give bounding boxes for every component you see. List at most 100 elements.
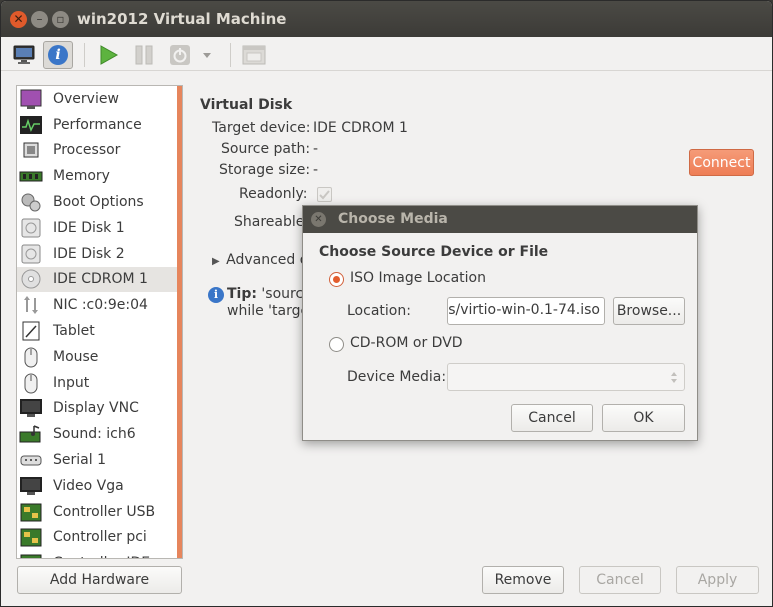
video-icon — [19, 475, 43, 497]
sidebar-item-label: Tablet — [53, 323, 95, 340]
disk-icon — [19, 217, 43, 239]
hardware-list: Overview Performance Processor Memory Boot O… — [16, 85, 183, 559]
expander-arrow-icon: ▶ — [212, 256, 220, 267]
tablet-icon — [19, 320, 43, 342]
advanced-label: Advanced o — [226, 252, 309, 268]
sidebar-item-label: Processor — [53, 142, 121, 159]
sound-icon — [19, 423, 43, 445]
cdrom-label: CD-ROM or DVD — [350, 335, 463, 351]
sidebar-item[interactable]: IDE CDROM 1 — [17, 266, 182, 293]
iso-label: ISO Image Location — [350, 270, 486, 286]
performance-icon — [19, 114, 43, 136]
sidebar-item-label: IDE Disk 1 — [53, 219, 125, 236]
readonly-checkbox[interactable] — [317, 187, 332, 202]
storage-size-label: Storage size: — [219, 162, 311, 178]
device-media-label: Device Media: — [347, 369, 447, 385]
mouse-icon — [19, 346, 43, 368]
sidebar-item[interactable]: Controller USB — [17, 499, 182, 525]
choose-media-dialog: ✕ Choose Media Choose Source Device or F… — [302, 205, 698, 441]
vm-window: ✕ – ▫ win2012 Virtual Machine i Overview… — [0, 0, 773, 607]
processor-icon — [19, 139, 43, 161]
sidebar-item[interactable]: Controller pci — [17, 525, 182, 551]
dialog-title: Choose Media — [338, 211, 448, 227]
cdrom-radio[interactable] — [329, 337, 344, 352]
title-bar: ✕ – ▫ win2012 Virtual Machine — [1, 1, 772, 37]
controller-icon — [19, 526, 43, 548]
sidebar-item[interactable]: Boot Options — [17, 189, 182, 215]
advanced-expander[interactable]: ▶ Advanced o — [212, 252, 308, 268]
power-icon — [170, 45, 190, 65]
shutdown-button[interactable] — [165, 41, 195, 69]
run-button[interactable] — [93, 41, 123, 69]
controller-icon — [19, 552, 43, 558]
pause-icon — [135, 45, 153, 65]
remove-button[interactable]: Remove — [482, 566, 564, 594]
sidebar-item-label: NIC :c0:9e:04 — [53, 297, 148, 314]
details-button[interactable]: i — [43, 41, 73, 69]
tip-line-1: Tip: 'source — [227, 286, 312, 302]
console-button[interactable] — [9, 41, 39, 69]
sidebar-item[interactable]: Serial 1 — [17, 447, 182, 473]
toolbar-separator — [230, 43, 231, 67]
dropdown-icon — [203, 53, 211, 58]
sidebar-item[interactable]: Controller IDE — [17, 550, 182, 558]
dialog-title-bar: ✕ Choose Media — [303, 206, 697, 233]
input-icon — [19, 372, 43, 394]
dialog-ok-button[interactable]: OK — [602, 404, 685, 432]
location-value: /Downloads/virtio-win-0.1-74.iso — [448, 302, 600, 318]
sidebar-item-label: Mouse — [53, 348, 99, 365]
sidebar-item-label: Controller IDE — [53, 555, 150, 558]
fullscreen-button[interactable] — [239, 41, 269, 69]
dialog-cancel-button[interactable]: Cancel — [511, 404, 593, 432]
sidebar-item[interactable]: Processor — [17, 138, 182, 164]
sidebar-item[interactable]: Memory — [17, 163, 182, 189]
readonly-label: Readonly: — [239, 186, 308, 202]
sidebar-item[interactable]: Display VNC — [17, 396, 182, 422]
sidebar-item-label: Controller pci — [53, 529, 147, 546]
sidebar-item[interactable]: Mouse — [17, 344, 182, 370]
shutdown-menu-button[interactable] — [197, 41, 217, 69]
sidebar-item[interactable]: NIC :c0:9e:04 — [17, 292, 182, 318]
pause-button[interactable] — [129, 41, 159, 69]
sidebar-item-label: IDE CDROM 1 — [53, 271, 148, 288]
sidebar-item[interactable]: Input — [17, 370, 182, 396]
sidebar-item-label: Video Vga — [53, 477, 124, 494]
tip-line-2: while 'targe — [227, 303, 310, 319]
apply-button[interactable]: Apply — [676, 566, 759, 594]
sidebar-item[interactable]: Sound: ich6 — [17, 421, 182, 447]
sidebar-item[interactable]: IDE Disk 1 — [17, 215, 182, 241]
sidebar-item[interactable]: Tablet — [17, 318, 182, 344]
sidebar-item-label: Sound: ich6 — [53, 426, 136, 443]
memory-icon — [19, 165, 43, 187]
nic-icon — [19, 294, 43, 316]
serial-icon — [19, 449, 43, 471]
dialog-close-button[interactable]: ✕ — [311, 212, 326, 227]
target-device-value: IDE CDROM 1 — [313, 120, 408, 136]
overview-icon — [19, 88, 43, 110]
checkmark-icon — [319, 190, 330, 200]
sidebar-item[interactable]: Overview — [17, 86, 182, 112]
display-icon — [19, 397, 43, 419]
connect-button[interactable]: Connect — [689, 149, 754, 176]
sidebar-item-label: Display VNC — [53, 400, 139, 417]
iso-radio[interactable] — [329, 272, 344, 287]
location-input[interactable]: /Downloads/virtio-win-0.1-74.iso — [447, 297, 605, 325]
controller-icon — [19, 501, 43, 523]
fullscreen-icon — [242, 45, 266, 65]
sidebar-item[interactable]: Performance — [17, 112, 182, 138]
device-media-select[interactable] — [447, 363, 685, 391]
add-hardware-button[interactable]: Add Hardware — [17, 566, 182, 594]
window-maximize-button[interactable]: ▫ — [52, 11, 69, 28]
sidebar-item[interactable]: IDE Disk 2 — [17, 241, 182, 267]
sidebar-item-label: Overview — [53, 90, 119, 107]
info-icon: i — [48, 45, 68, 65]
tip-info-icon: i — [208, 287, 224, 303]
sidebar-item[interactable]: Video Vga — [17, 473, 182, 499]
cancel-button[interactable]: Cancel — [579, 566, 661, 594]
window-minimize-button[interactable]: – — [31, 11, 48, 28]
section-title: Virtual Disk — [200, 97, 293, 113]
browse-button[interactable]: Browse... — [613, 297, 685, 325]
sidebar-item-label: Controller USB — [53, 503, 156, 520]
window-close-button[interactable]: ✕ — [10, 11, 27, 28]
toolbar-separator — [84, 43, 85, 67]
